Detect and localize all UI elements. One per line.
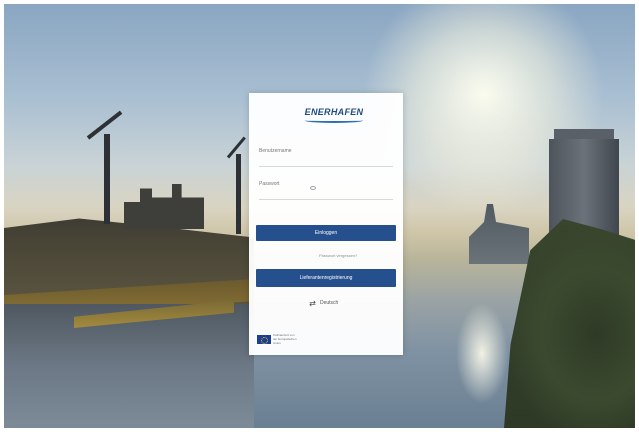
login-card: ENERHAFEN Benutzername Passwort Einlogge… (249, 93, 403, 355)
brand-logo: ENERHAFEN (299, 107, 369, 125)
crane-left (104, 134, 110, 224)
logo-swoosh-icon (305, 118, 363, 123)
supplier-registration-button[interactable]: Lieferantenregistrierung (256, 269, 396, 287)
eu-funding-badge: Kofinanziert von der Europäischen Union (257, 333, 299, 345)
forgot-password-link[interactable]: Passwort vergessen? (319, 253, 357, 258)
password-input[interactable] (259, 188, 393, 200)
password-label: Passwort (259, 181, 280, 187)
login-button[interactable]: Einloggen (256, 225, 396, 241)
eu-funding-text: Kofinanziert von der Europäischen Union (273, 333, 297, 345)
username-label: Benutzername (259, 148, 292, 154)
language-selector[interactable]: ⇄ Deutsch (309, 298, 338, 308)
harbor-structure (469, 204, 529, 264)
username-input[interactable] (259, 155, 393, 167)
logo-text: ENERHAFEN (304, 107, 364, 117)
language-label: Deutsch (320, 300, 339, 306)
sun-reflection (452, 304, 512, 414)
crane-center (236, 154, 241, 234)
eu-flag-icon (257, 334, 271, 344)
translate-icon: ⇄ (309, 298, 316, 308)
eye-icon[interactable] (310, 186, 316, 190)
factory-building (124, 184, 204, 229)
